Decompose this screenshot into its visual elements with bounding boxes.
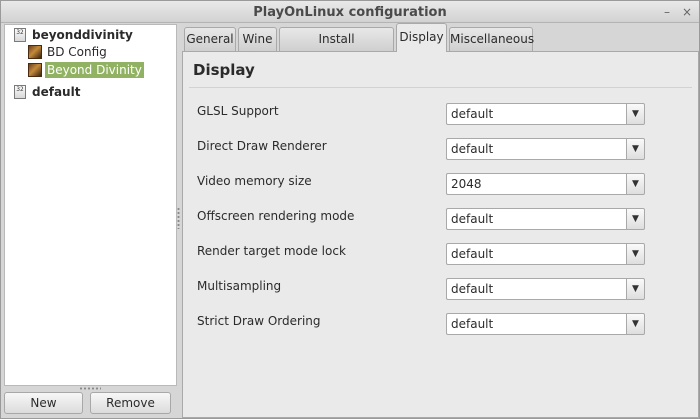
render-target-mode-lock-value: default [446,243,626,265]
multisampling-value: default [446,278,626,300]
chevron-down-icon[interactable]: ▼ [626,243,645,265]
tab-general[interactable]: General [184,27,236,51]
game-icon [28,45,42,59]
glsl-support-value: default [446,103,626,125]
remove-button[interactable]: Remove [90,392,171,414]
glsl-support-label: GLSL Support [197,104,279,118]
direct-draw-renderer-value: default [446,138,626,160]
multisampling-label: Multisampling [197,279,282,293]
tree-item-beyonddivinity[interactable]: 32 beyonddivinity [14,26,135,44]
render-target-mode-lock-label: Render target mode lock [197,244,346,258]
chevron-down-icon[interactable]: ▼ [626,208,645,230]
direct-draw-renderer-label: Direct Draw Renderer [197,139,327,153]
video-memory-size-select[interactable]: 2048 ▼ [446,173,645,195]
strict-draw-ordering-value: default [446,313,626,335]
panel-title: Display [193,61,255,79]
tab-install-components[interactable]: Install components [279,27,394,68]
tree-item-label: Beyond Divinity [45,62,144,78]
config-window: PlayOnLinux configuration – × 32 beyondd… [0,0,700,419]
tree-item-bd-config[interactable]: BD Config [28,43,109,61]
divider [189,87,692,88]
prefix-32-icon: 32 [14,85,26,99]
render-target-mode-lock-select[interactable]: default ▼ [446,243,645,265]
video-memory-size-label: Video memory size [197,174,312,188]
offscreen-rendering-mode-value: default [446,208,626,230]
tab-miscellaneous[interactable]: Miscellaneous [449,27,534,51]
tab-display[interactable]: Display [396,23,447,52]
multisampling-select[interactable]: default ▼ [446,278,645,300]
display-panel: Display GLSL Support default ▼ Direct Dr… [182,51,699,418]
window-title: PlayOnLinux configuration [253,5,447,20]
chevron-down-icon[interactable]: ▼ [626,138,645,160]
tree-item-label: BD Config [47,45,107,59]
vertical-resize-grip[interactable] [177,207,180,229]
strict-draw-ordering-label: Strict Draw Ordering [197,314,321,328]
tree-item-beyond-divinity[interactable]: Beyond Divinity [28,61,144,79]
chevron-down-icon[interactable]: ▼ [626,313,645,335]
close-icon[interactable]: × [679,4,695,20]
video-memory-size-value: 2048 [446,173,626,195]
prefix-32-icon: 32 [14,28,26,42]
tab-wine[interactable]: Wine [238,27,277,51]
game-icon [28,63,42,77]
offscreen-rendering-mode-label: Offscreen rendering mode [197,209,355,223]
prefix-tree: 32 beyonddivinity BD Config Beyond Divin… [4,24,177,386]
tree-item-label: beyonddivinity [32,28,133,42]
new-button[interactable]: New [4,392,83,414]
direct-draw-renderer-select[interactable]: default ▼ [446,138,645,160]
glsl-support-select[interactable]: default ▼ [446,103,645,125]
offscreen-rendering-mode-select[interactable]: default ▼ [446,208,645,230]
tree-item-default[interactable]: 32 default [14,83,82,101]
chevron-down-icon[interactable]: ▼ [626,278,645,300]
title-bar: PlayOnLinux configuration – × [1,1,699,23]
minimize-icon[interactable]: – [659,4,675,20]
strict-draw-ordering-select[interactable]: default ▼ [446,313,645,335]
horizontal-resize-grip[interactable] [79,387,101,390]
chevron-down-icon[interactable]: ▼ [626,173,645,195]
tree-item-label: default [32,85,81,99]
chevron-down-icon[interactable]: ▼ [626,103,645,125]
